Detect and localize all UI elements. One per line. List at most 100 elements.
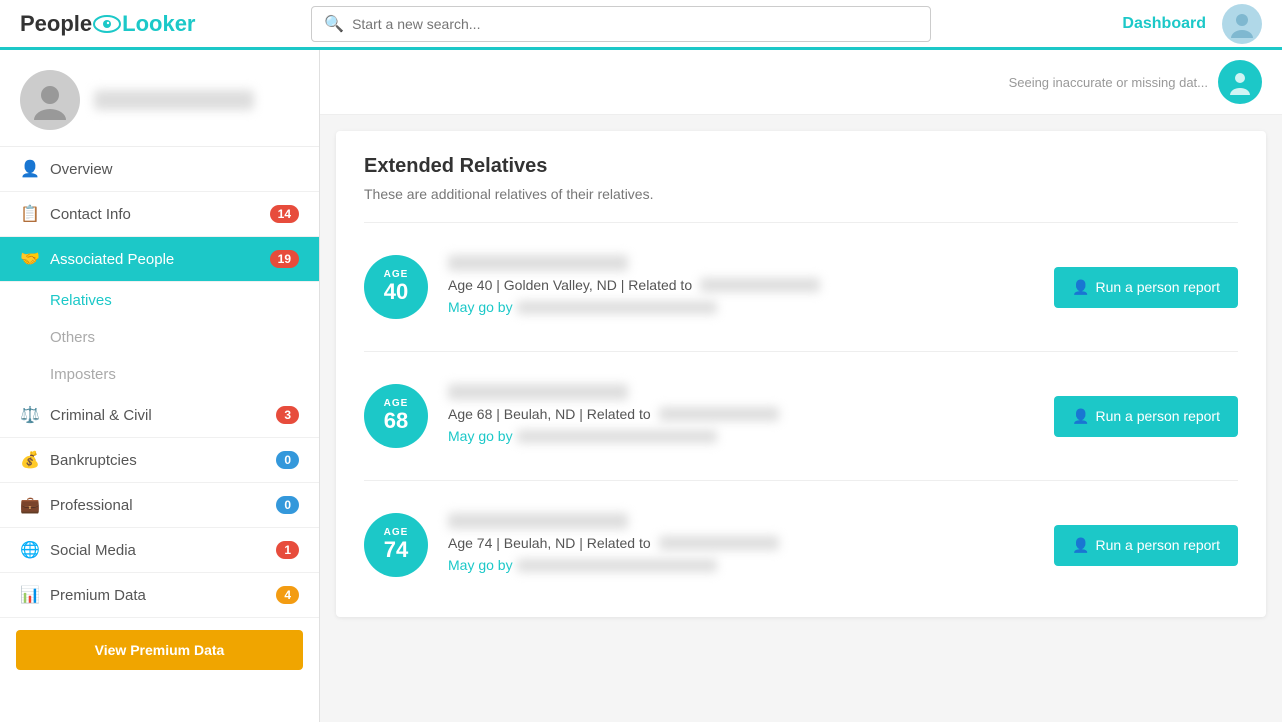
sidebar: 👤 Overview 📋 Contact Info 14 🤝 Associate… — [0, 50, 320, 722]
inaccurate-banner: Seeing inaccurate or missing dat... — [320, 50, 1282, 115]
logo: People Looker — [20, 11, 196, 37]
sidebar-item-criminal-civil-label: Criminal & Civil — [50, 407, 152, 424]
content-area: Seeing inaccurate or missing dat... Exte… — [320, 50, 1282, 722]
age-badge-3: AGE 74 — [364, 513, 428, 577]
age-badge-1: AGE 40 — [364, 255, 428, 319]
divider-3 — [364, 480, 1238, 481]
sidebar-item-professional[interactable]: 💼 Professional 0 — [0, 483, 319, 528]
divider-2 — [364, 351, 1238, 352]
sidebar-item-overview[interactable]: 👤 Overview — [0, 147, 319, 192]
table-row: AGE 40 Age 40 | Golden Valley, ND | Rela… — [364, 239, 1238, 335]
profile-name — [94, 90, 254, 110]
run-report-button-1[interactable]: 👤 Run a person report — [1054, 267, 1238, 308]
logo-people: People — [20, 11, 92, 37]
main-layout: 👤 Overview 📋 Contact Info 14 🤝 Associate… — [0, 50, 1282, 722]
relatives-label: Relatives — [50, 292, 112, 309]
associated-people-icon: 🤝 — [20, 249, 40, 269]
sidebar-item-premium-data[interactable]: 📊 Premium Data 4 — [0, 573, 319, 618]
imposters-label: Imposters — [50, 366, 116, 383]
sidebar-sub-item-others[interactable]: Others — [0, 319, 319, 356]
table-row: AGE 68 Age 68 | Beulah, ND | Related to … — [364, 368, 1238, 464]
others-label: Others — [50, 329, 95, 346]
related-name-blur-2 — [659, 407, 779, 421]
age-badge-2: AGE 68 — [364, 384, 428, 448]
sidebar-item-contact-info-label: Contact Info — [50, 206, 131, 223]
profile-avatar — [20, 70, 80, 130]
associated-people-badge: 19 — [270, 250, 299, 268]
section-subtitle: These are additional relatives of their … — [364, 186, 1238, 202]
premium-data-badge: 4 — [276, 586, 299, 604]
user-avatar[interactable] — [1222, 4, 1262, 44]
age-number-3: 74 — [384, 538, 408, 562]
person-name-2 — [448, 384, 628, 400]
person-name-1 — [448, 255, 628, 271]
person-name-3 — [448, 513, 628, 529]
eye-icon — [93, 15, 121, 33]
criminal-civil-badge: 3 — [276, 406, 299, 424]
run-report-button-3[interactable]: 👤 Run a person report — [1054, 525, 1238, 566]
person-info-3: Age 74 | Beulah, ND | Related to May go … — [448, 513, 1054, 573]
professional-icon: 💼 — [20, 495, 40, 515]
person-details-2: Age 68 | Beulah, ND | Related to — [448, 406, 1054, 422]
inaccurate-avatar — [1218, 60, 1262, 104]
social-media-badge: 1 — [276, 541, 299, 559]
sidebar-item-premium-data-label: Premium Data — [50, 587, 146, 604]
person-info-2: Age 68 | Beulah, ND | Related to May go … — [448, 384, 1054, 444]
sidebar-item-associated-people-label: Associated People — [50, 251, 174, 268]
age-number-1: 40 — [384, 280, 408, 304]
profile-avatar-icon — [30, 80, 70, 120]
may-go-by-blur-3 — [517, 559, 717, 572]
table-row: AGE 74 Age 74 | Beulah, ND | Related to … — [364, 497, 1238, 593]
sidebar-item-social-media-label: Social Media — [50, 542, 136, 559]
sidebar-nav: 👤 Overview 📋 Contact Info 14 🤝 Associate… — [0, 147, 319, 618]
search-input[interactable] — [352, 16, 918, 32]
person-details-3: Age 74 | Beulah, ND | Related to — [448, 535, 1054, 551]
related-name-blur-1 — [700, 278, 820, 292]
person-details-1: Age 40 | Golden Valley, ND | Related to — [448, 277, 1054, 293]
may-go-by-blur-1 — [517, 301, 717, 314]
age-number-2: 68 — [384, 409, 408, 433]
section-title: Extended Relatives — [364, 155, 1238, 178]
sidebar-item-social-media[interactable]: 🌐 Social Media 1 — [0, 528, 319, 573]
search-bar[interactable]: 🔍 — [311, 6, 931, 42]
extended-relatives-card: Extended Relatives These are additional … — [336, 131, 1266, 617]
social-media-icon: 🌐 — [20, 540, 40, 560]
sidebar-item-bankruptcies-label: Bankruptcies — [50, 452, 137, 469]
banner-avatar-icon — [1227, 69, 1253, 95]
professional-badge: 0 — [276, 496, 299, 514]
sidebar-item-contact-info[interactable]: 📋 Contact Info 14 — [0, 192, 319, 237]
may-go-by-2: May go by — [448, 428, 1054, 444]
sidebar-sub-item-imposters[interactable]: Imposters — [0, 356, 319, 393]
criminal-civil-icon: ⚖️ — [20, 405, 40, 425]
sidebar-sub-item-relatives[interactable]: Relatives — [0, 282, 319, 319]
sidebar-item-professional-label: Professional — [50, 497, 133, 514]
run-report-icon-1: 👤 — [1072, 279, 1089, 296]
user-avatar-icon — [1228, 10, 1256, 38]
overview-icon: 👤 — [20, 159, 40, 179]
run-report-button-2[interactable]: 👤 Run a person report — [1054, 396, 1238, 437]
may-go-by-blur-2 — [517, 430, 717, 443]
person-info-1: Age 40 | Golden Valley, ND | Related to … — [448, 255, 1054, 315]
sidebar-item-overview-label: Overview — [50, 161, 113, 178]
sidebar-item-bankruptcies[interactable]: 💰 Bankruptcies 0 — [0, 438, 319, 483]
contact-info-icon: 📋 — [20, 204, 40, 224]
inaccurate-text: Seeing inaccurate or missing dat... — [1009, 75, 1208, 90]
header: People Looker 🔍 Dashboard — [0, 0, 1282, 50]
dashboard-link[interactable]: Dashboard — [1122, 15, 1206, 33]
search-icon: 🔍 — [324, 14, 344, 34]
bankruptcies-badge: 0 — [276, 451, 299, 469]
contact-info-badge: 14 — [270, 205, 299, 223]
may-go-by-3: May go by — [448, 557, 1054, 573]
profile-section — [0, 50, 319, 147]
header-right: Dashboard — [1122, 4, 1262, 44]
related-name-blur-3 — [659, 536, 779, 550]
run-report-icon-3: 👤 — [1072, 537, 1089, 554]
run-report-icon-2: 👤 — [1072, 408, 1089, 425]
view-premium-button[interactable]: View Premium Data — [16, 630, 303, 670]
bankruptcies-icon: 💰 — [20, 450, 40, 470]
sidebar-item-associated-people[interactable]: 🤝 Associated People 19 — [0, 237, 319, 282]
logo-looker: Looker — [122, 11, 195, 37]
sidebar-item-criminal-civil[interactable]: ⚖️ Criminal & Civil 3 — [0, 393, 319, 438]
divider-1 — [364, 222, 1238, 223]
may-go-by-1: May go by — [448, 299, 1054, 315]
